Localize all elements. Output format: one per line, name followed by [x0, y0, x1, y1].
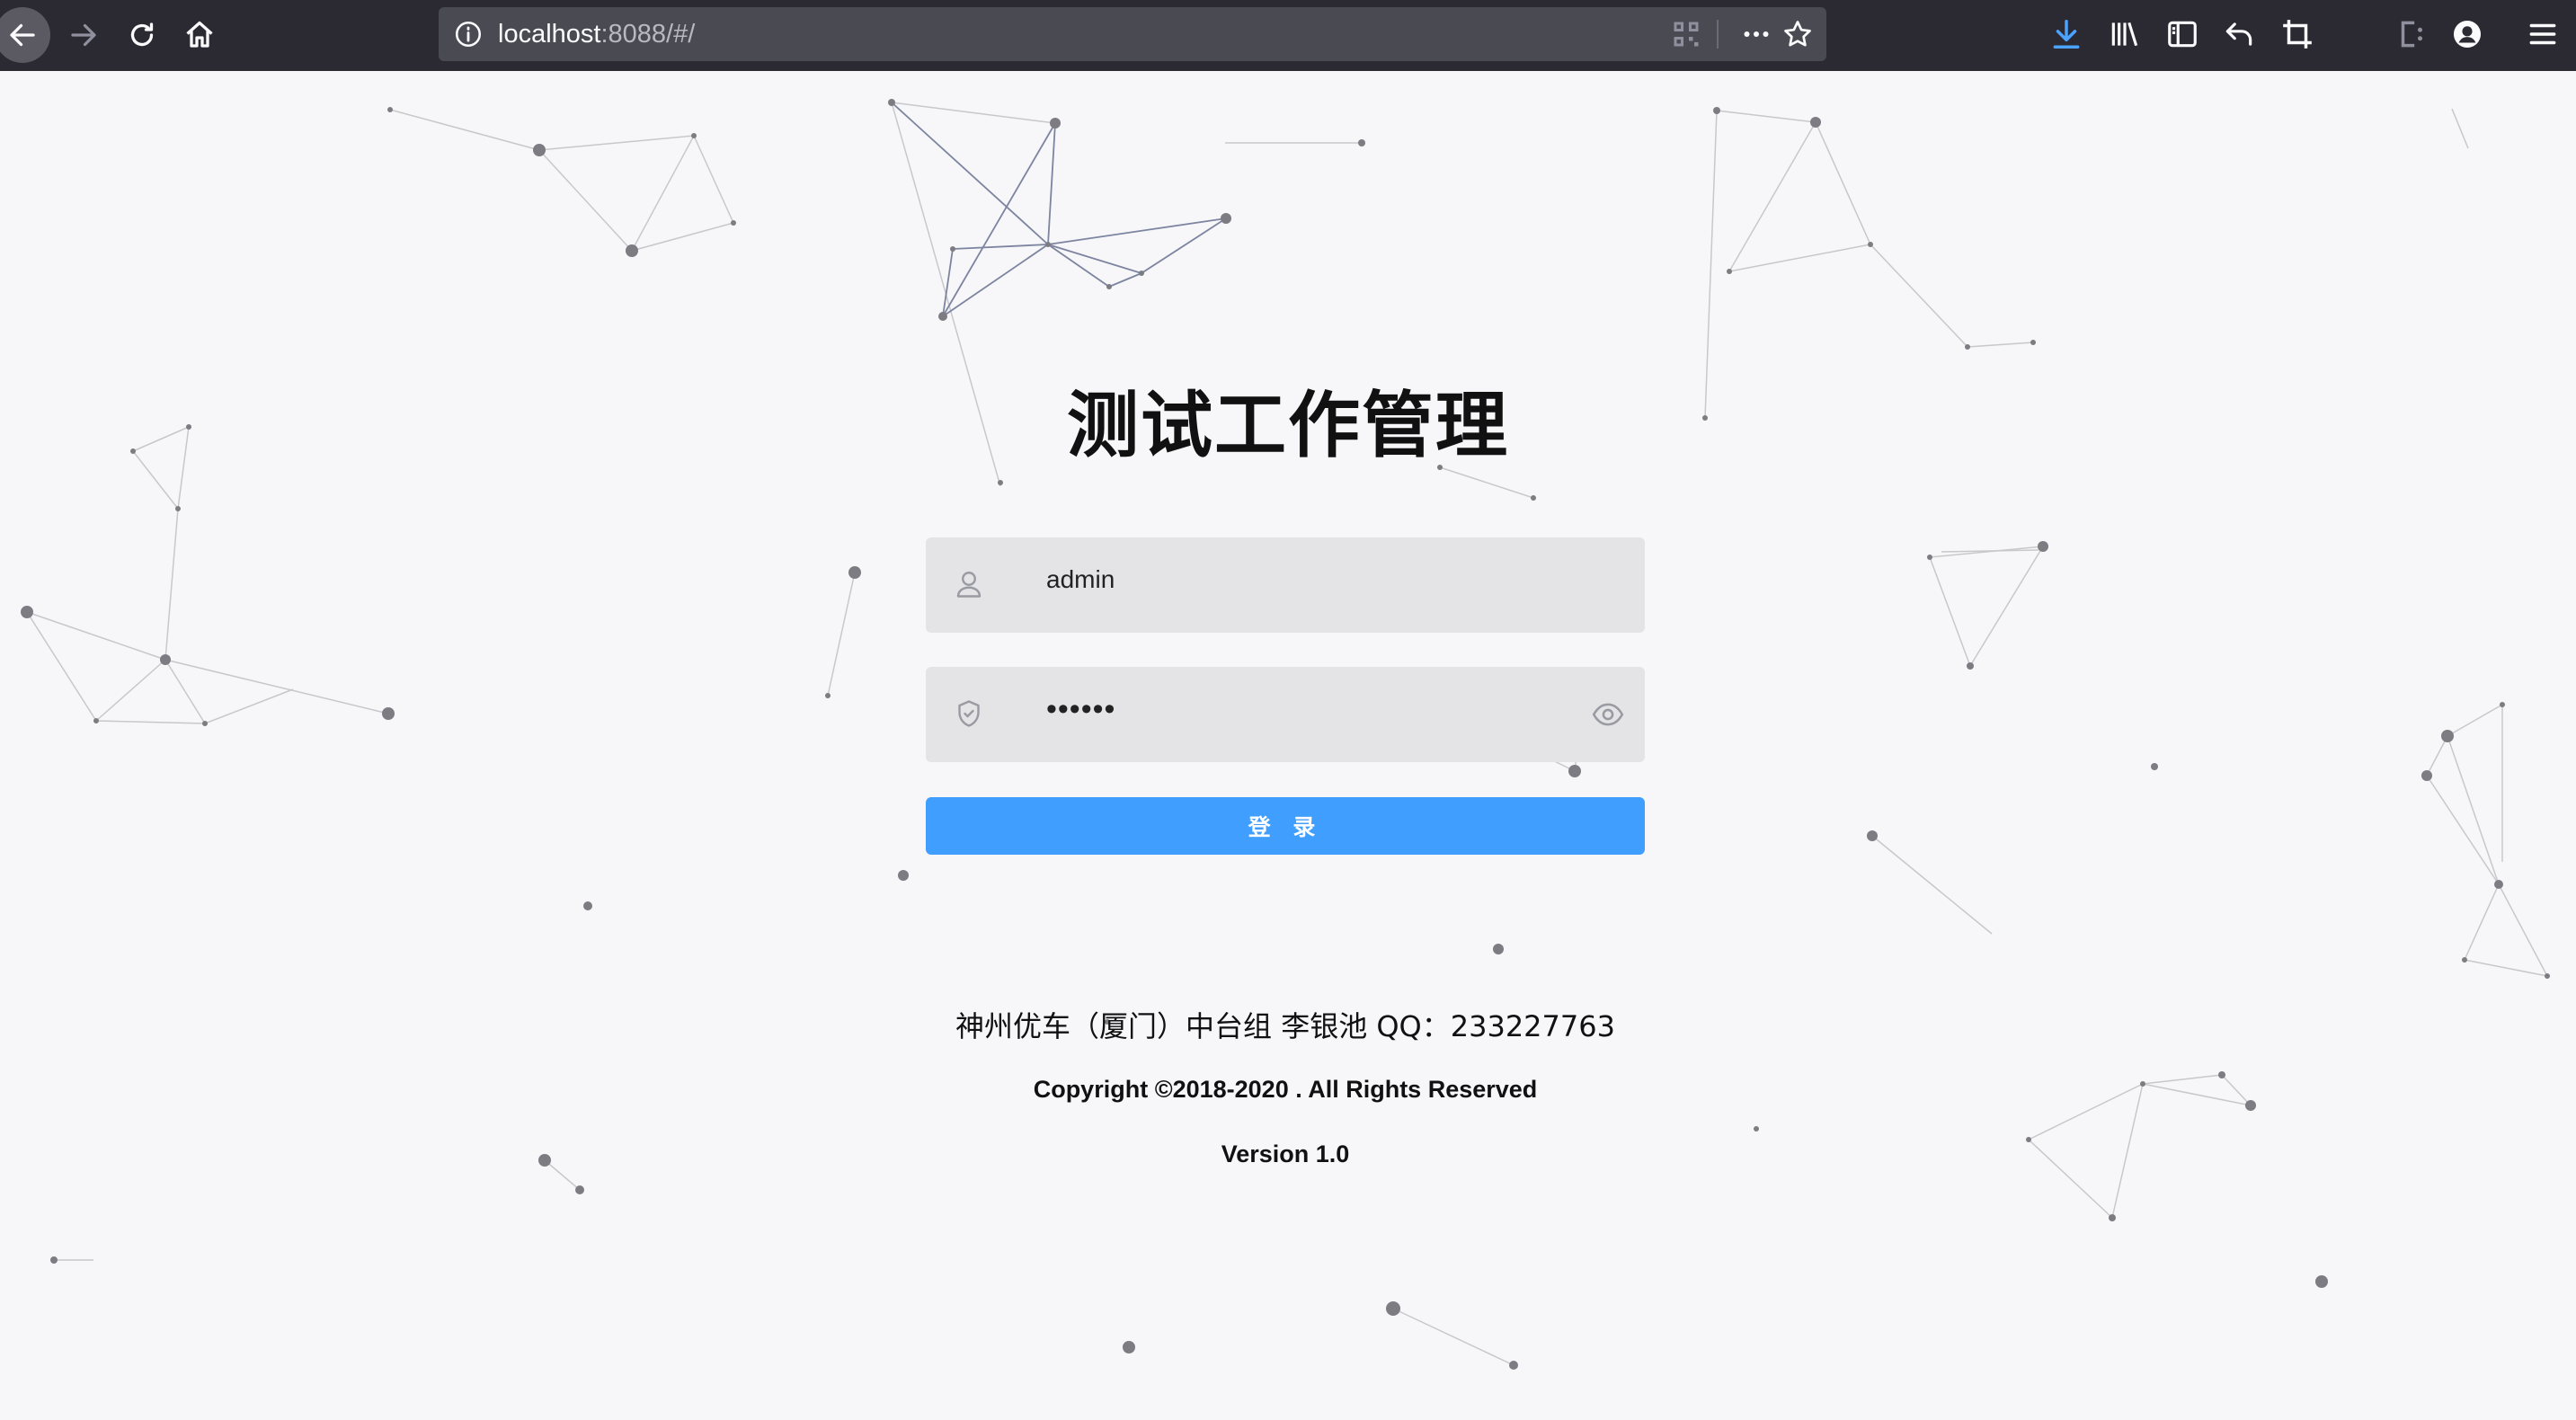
url-text[interactable]: localhost:8088/#/: [498, 20, 695, 49]
back-icon: [10, 23, 35, 47]
eye-icon[interactable]: [1591, 697, 1625, 732]
bookmark-star-icon[interactable]: [1781, 18, 1814, 50]
more-icon[interactable]: [1740, 18, 1772, 50]
qr-code-icon[interactable]: [1670, 18, 1702, 50]
undo-icon[interactable]: [2222, 17, 2256, 51]
version-text: Version 1.0: [1221, 1140, 1350, 1167]
user-icon: [956, 572, 982, 598]
login-button[interactable]: 登 录: [926, 797, 1645, 855]
library-icon[interactable]: [2108, 17, 2142, 51]
password-input[interactable]: [1046, 687, 1568, 732]
login-form: 测试工作管理 登 录 神州优车（厦门）中台组 李银池 QQ：233227763 …: [0, 71, 2576, 1420]
home-icon: [186, 21, 213, 48]
reload-button[interactable]: [114, 7, 170, 63]
address-bar[interactable]: localhost:8088/#/: [439, 7, 1826, 61]
url-host: localhost: [498, 20, 601, 49]
shield-icon: [958, 700, 980, 727]
login-page: 测试工作管理 登 录 神州优车（厦门）中台组 李银池 QQ：233227763 …: [0, 71, 2576, 1420]
team-info: 神州优车（厦门）中台组 李银池 QQ：233227763: [955, 1009, 1615, 1043]
username-input[interactable]: [1046, 557, 1568, 602]
url-separator: [1717, 20, 1719, 49]
menu-icon[interactable]: [2526, 17, 2560, 51]
extension-icon[interactable]: [2394, 17, 2429, 51]
account-icon[interactable]: [2450, 17, 2484, 51]
reload-icon: [130, 22, 154, 47]
page-title: 测试工作管理: [1067, 384, 1509, 467]
browser-toolbar: localhost:8088/#/: [0, 0, 2576, 71]
download-icon[interactable]: [2049, 17, 2083, 51]
sidebar-icon[interactable]: [2165, 17, 2199, 51]
forward-icon: [71, 23, 96, 47]
password-field[interactable]: [926, 667, 1645, 762]
copyright-text: Copyright ©2018-2020 . All Rights Reserv…: [1033, 1076, 1538, 1103]
username-field[interactable]: [926, 537, 1645, 633]
info-icon[interactable]: [453, 19, 484, 49]
crop-icon[interactable]: [2280, 17, 2314, 51]
forward-button[interactable]: [56, 7, 111, 63]
home-button[interactable]: [172, 7, 227, 63]
url-path: :8088/#/: [600, 20, 696, 49]
back-button[interactable]: [0, 7, 50, 63]
